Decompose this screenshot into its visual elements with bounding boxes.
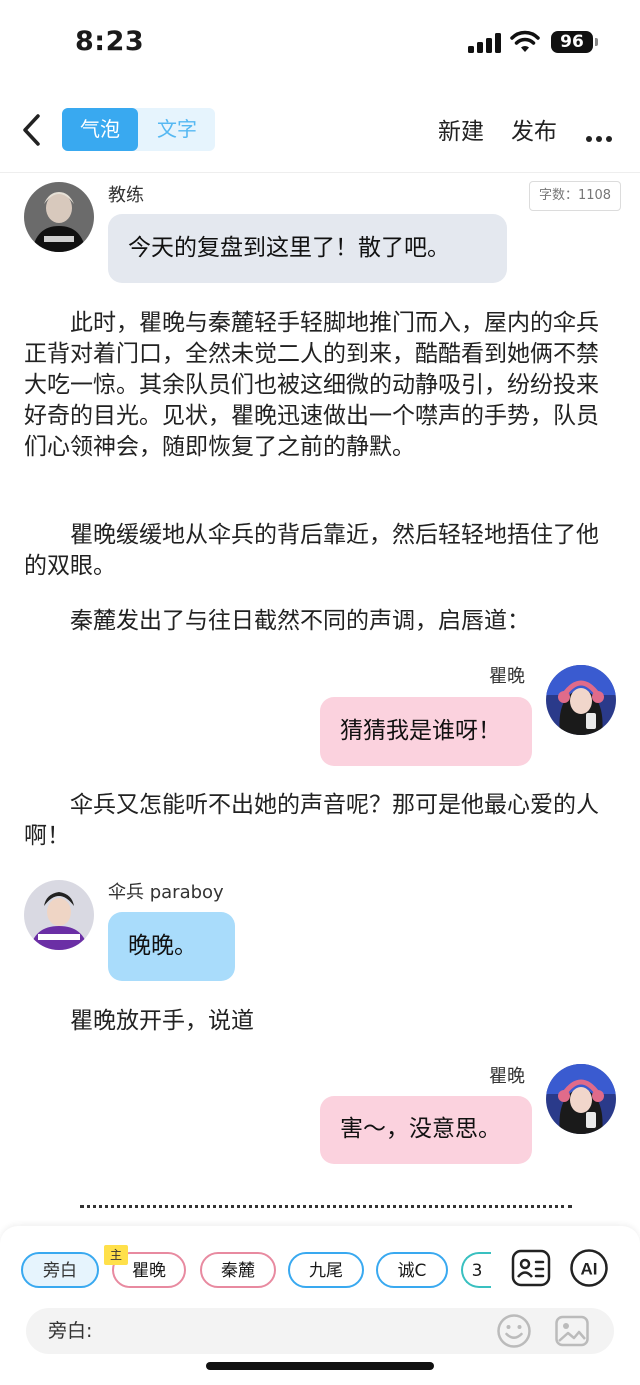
status-time: 8:23 (75, 26, 145, 57)
character-chip-partial[interactable]: 3 (461, 1252, 491, 1288)
narration-paragraph[interactable]: 瞿晚缓缓地从伞兵的背后靠近，然后轻轻地捂住了他的双眼。 (24, 520, 616, 582)
avatar-quwan-image (546, 665, 616, 735)
content-end-separator (80, 1205, 572, 1208)
image-icon[interactable] (554, 1313, 590, 1349)
message-text: 害～，没意思。 (340, 1116, 501, 1143)
signal-icon (468, 33, 501, 53)
speaker-name: 瞿晚 (489, 666, 525, 687)
new-button[interactable]: 新建 (438, 112, 484, 146)
battery-indicator: 96 (551, 31, 593, 53)
message-bubble[interactable]: 今天的复盘到这里了！散了吧。 (108, 214, 507, 283)
avatar-coach[interactable] (24, 182, 94, 252)
nav-divider (0, 172, 640, 173)
narration-paragraph[interactable]: 此时，瞿晚与秦麓轻手轻脚地推门而入，屋内的伞兵正背对着门口，全然未觉二人的到来，… (24, 308, 616, 463)
character-chip-qinlu[interactable]: 秦麓 (200, 1252, 276, 1288)
avatar-quwan-image (546, 1064, 616, 1134)
narration-paragraph[interactable]: 瞿晚放开手，说道 (24, 1006, 616, 1037)
character-chip-jiuwei[interactable]: 九尾 (288, 1252, 364, 1288)
message-text: 今天的复盘到这里了！散了吧。 (128, 234, 450, 261)
avatar-paraboy[interactable] (24, 880, 94, 950)
wifi-icon (510, 30, 540, 52)
message-bubble[interactable]: 害～，没意思。 (320, 1096, 532, 1164)
character-chip-narrator[interactable]: 旁白 (21, 1252, 99, 1288)
avatar-paraboy-image (24, 880, 94, 950)
nav-bar: 气泡 文字 新建 发布 (0, 100, 640, 162)
avatar-quwan[interactable] (546, 1064, 616, 1134)
speaker-name: 瞿晚 (489, 1066, 525, 1087)
publish-button[interactable]: 发布 (511, 112, 557, 146)
avatar-coach-image (24, 182, 94, 252)
status-bar: 8:23 96 (0, 0, 640, 90)
word-count-badge: 字数：1108 (529, 181, 621, 211)
input-speaker-prefix: 旁白: (48, 1320, 93, 1342)
mode-switch: 气泡 文字 (62, 108, 215, 151)
text-input-bar[interactable]: 旁白: (26, 1308, 614, 1354)
tab-text[interactable]: 文字 (139, 108, 215, 151)
emoji-icon[interactable] (496, 1313, 532, 1349)
battery-cap (595, 38, 598, 46)
message-text: 晚晚。 (128, 932, 197, 959)
avatar-quwan[interactable] (546, 665, 616, 735)
back-icon[interactable] (18, 112, 48, 148)
speaker-name: 教练 (108, 185, 144, 206)
main-character-badge: 主 (104, 1245, 128, 1265)
narration-paragraph[interactable]: 伞兵又怎能听不出她的声音呢？那可是他最心爱的人啊！ (24, 790, 616, 852)
message-bubble[interactable]: 晚晚。 (108, 912, 235, 981)
character-chip-chengc[interactable]: 诚C (376, 1252, 448, 1288)
more-icon[interactable] (586, 127, 616, 146)
message-text: 猜猜我是谁呀！ (340, 717, 501, 744)
message-bubble[interactable]: 猜猜我是谁呀！ (320, 697, 532, 766)
narration-paragraph[interactable]: 秦麓发出了与往日截然不同的声调，启唇道： (24, 606, 616, 637)
home-indicator (206, 1362, 434, 1370)
svg-text:AI: AI (581, 1260, 598, 1279)
character-card-icon[interactable] (511, 1248, 551, 1288)
ai-icon[interactable]: AI (569, 1248, 609, 1288)
speaker-name: 伞兵 paraboy (108, 882, 224, 903)
tab-bubble[interactable]: 气泡 (62, 108, 138, 151)
